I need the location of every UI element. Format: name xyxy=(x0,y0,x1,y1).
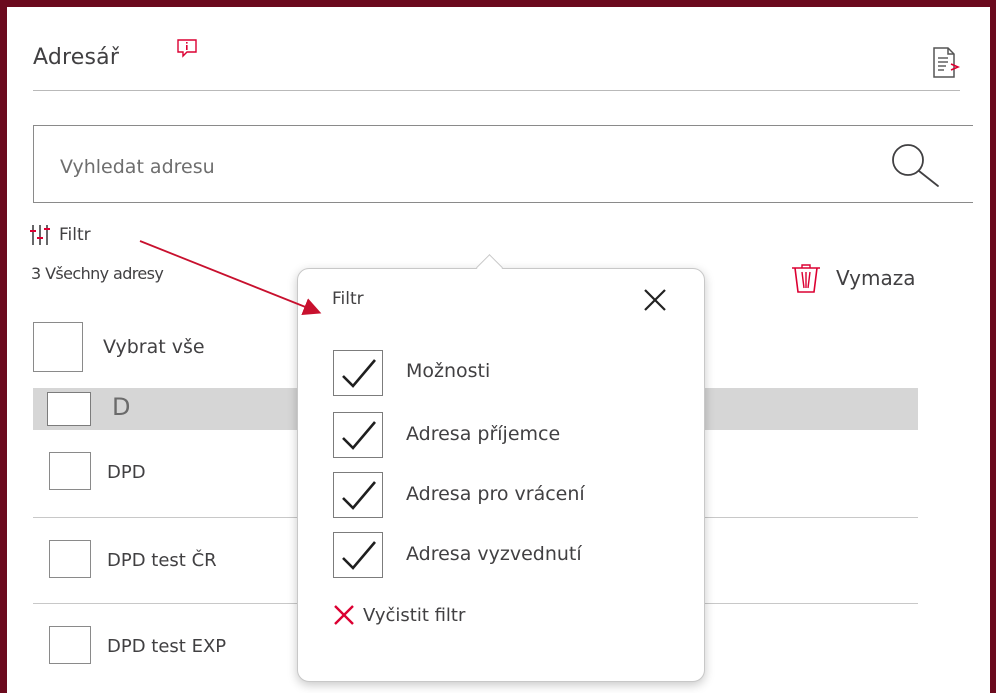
checkmark-icon xyxy=(342,421,376,450)
trash-icon xyxy=(792,264,820,293)
select-all-checkbox[interactable] xyxy=(33,322,83,372)
filter-option-checkbox-adresa-pro-vraceni[interactable] xyxy=(333,472,383,518)
group-checkbox[interactable] xyxy=(47,392,91,426)
row-checkbox[interactable] xyxy=(49,452,91,490)
export-icon[interactable] xyxy=(931,46,961,80)
filter-option-label: Možnosti xyxy=(406,360,491,382)
filter-option-checkbox-adresa-vyzvednuti[interactable] xyxy=(333,532,383,578)
group-letter: D xyxy=(112,393,131,421)
row-label: DPD test ČR xyxy=(107,550,217,571)
address-count-label: 3 Všechny adresy xyxy=(31,264,164,283)
filter-popup-title: Filtr xyxy=(332,289,364,309)
row-label: DPD test EXP xyxy=(107,636,227,657)
search-input[interactable] xyxy=(58,150,762,184)
checkmark-icon xyxy=(342,541,376,570)
filter-option-checkbox-moznosti[interactable] xyxy=(333,350,383,396)
filter-option-label: Adresa vyzvednutí xyxy=(406,543,582,565)
filter-sliders-icon xyxy=(30,225,50,245)
row-label: DPD xyxy=(107,462,146,483)
delete-label: Vymaza xyxy=(836,266,916,290)
close-icon[interactable] xyxy=(641,286,669,314)
title-divider xyxy=(33,90,960,91)
checkmark-icon xyxy=(342,481,376,510)
clear-filter-button[interactable]: Vyčistit filtr xyxy=(333,604,465,626)
filter-label: Filtr xyxy=(59,225,91,245)
clear-filter-label: Vyčistit filtr xyxy=(363,604,466,626)
filter-option-label: Adresa pro vrácení xyxy=(406,483,585,505)
search-icon[interactable] xyxy=(888,140,946,190)
filter-option-label: Adresa příjemce xyxy=(406,423,561,445)
filter-toggle[interactable]: Filtr xyxy=(30,222,91,248)
checkmark-icon xyxy=(342,359,376,388)
select-all-label: Vybrat vše xyxy=(103,336,205,358)
delete-button[interactable]: Vymaza xyxy=(790,262,915,294)
info-icon[interactable] xyxy=(176,38,198,58)
clear-x-icon xyxy=(334,605,354,625)
filter-option-checkbox-adresa-prijemce[interactable] xyxy=(333,412,383,458)
page-title: Adresář xyxy=(33,45,120,70)
row-checkbox[interactable] xyxy=(49,540,91,578)
row-checkbox[interactable] xyxy=(49,626,91,664)
